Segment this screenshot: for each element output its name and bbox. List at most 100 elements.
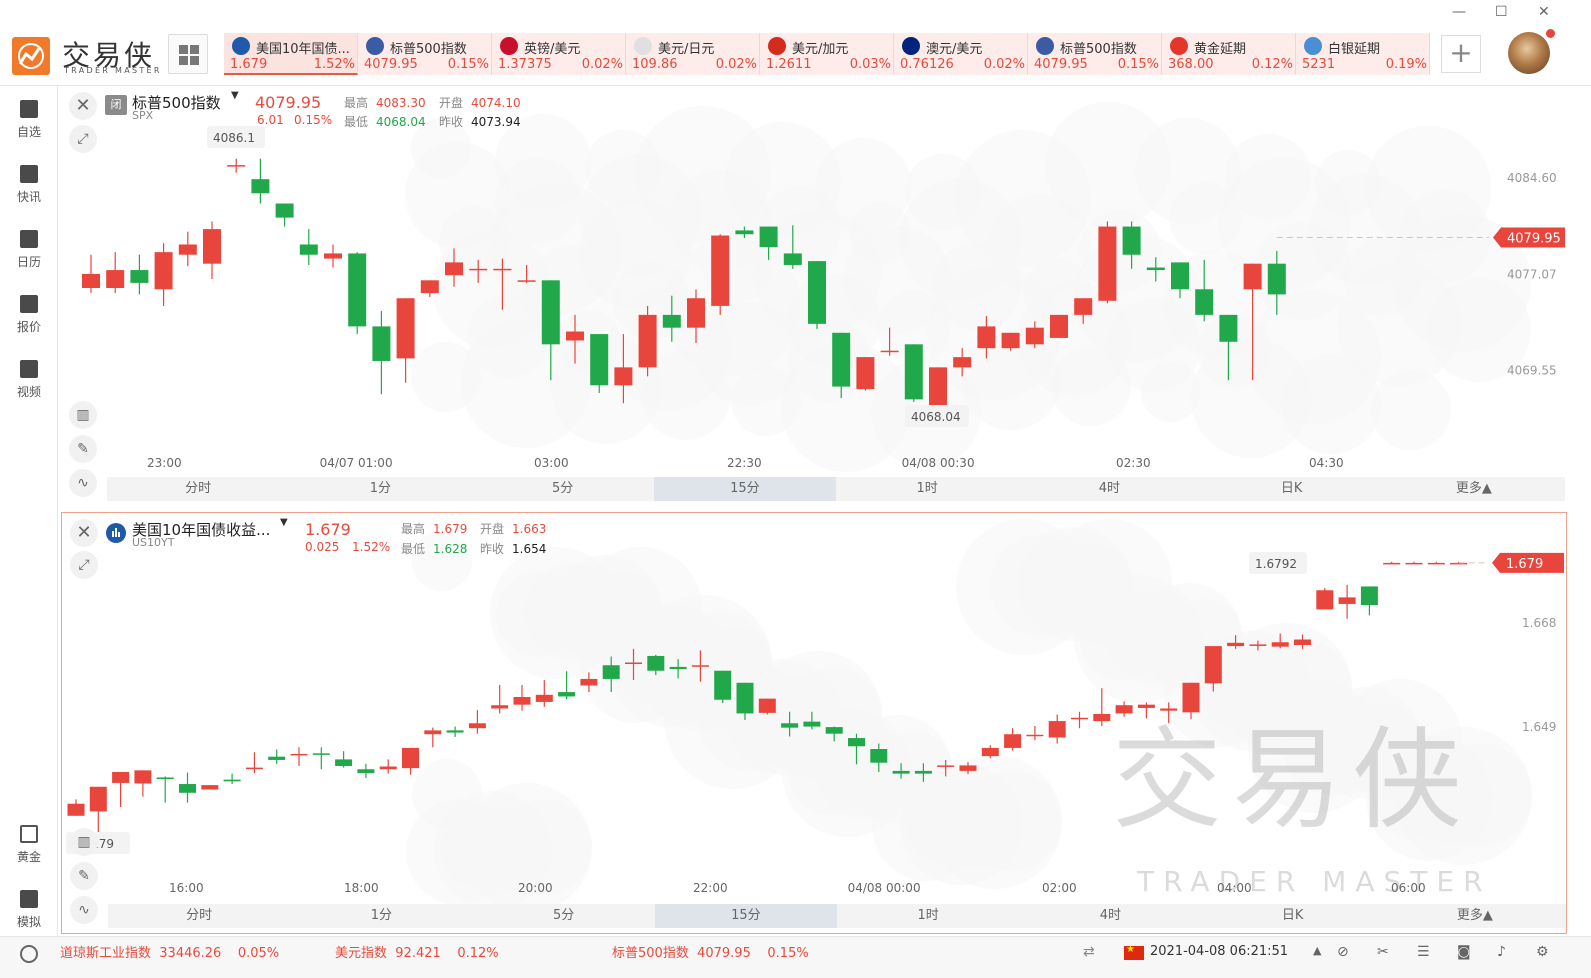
map-dot [731,366,801,436]
layout-grid-button[interactable] [168,34,208,74]
quote-tab-name: 美元/日元 [658,42,715,57]
candle [201,785,219,790]
candle [856,357,875,391]
candle-body [1195,289,1214,315]
quote-tab-percent: 0.02% [715,57,757,72]
ticker-percent: 0.05% [237,946,280,961]
maximize-icon[interactable]: ☐ [1495,4,1508,20]
period-option[interactable]: 1分 [289,477,471,501]
avatar[interactable] [1508,32,1550,74]
quote-tab[interactable]: 白银延期 5231 0.19% [1296,33,1430,75]
chart-panel-us10y: 1.6681.6491.6791.67921.6279交易侠TRADER MAS… [61,512,1567,934]
low-stat: 最低 4068.04 [344,115,426,129]
camera-icon[interactable]: ◙ [1457,944,1475,960]
period-option[interactable]: 日K [1201,477,1383,501]
us-flag-icon [366,37,384,55]
quote-tab[interactable]: 美国10年国债... 1.679 1.52% [224,33,358,75]
close-window-icon[interactable]: ✕ [1538,4,1550,20]
period-selector: 分时 1分 5分 15分 1时 4时 日K 更多▲ [108,904,1566,928]
headset-icon[interactable] [20,945,38,963]
candlestick-chart-us10y[interactable]: 1.6681.6491.6791.67921.6279交易侠TRADER MAS… [62,513,1566,933]
candle-body [245,767,263,770]
nav-item[interactable]: 日历 [0,220,58,280]
quote-tab[interactable]: 英镑/美元 1.37375 0.02% [492,33,626,75]
minimize-icon[interactable]: — [1452,4,1466,20]
nav-item[interactable]: 自选 [0,90,58,150]
nav-item-label: 日历 [16,255,41,269]
period-option[interactable]: 更多▲ [1384,904,1566,928]
candle-body [937,765,955,767]
caret-up-icon[interactable]: ▲ [1313,944,1331,960]
candle-body [1171,262,1189,290]
mute-icon[interactable]: ♪ [1497,944,1515,960]
gold-icon [20,825,38,843]
period-option[interactable]: 分时 [107,477,289,501]
nav-item[interactable]: 报价 [0,285,58,345]
candle-body [420,280,439,294]
chart-off-icon[interactable]: ⊘ [1337,944,1355,960]
candle-body [154,252,173,290]
nav-item[interactable]: 黄金 [0,815,58,875]
period-option[interactable]: 日K [1202,904,1384,928]
translate-icon[interactable]: ⇄ [1083,944,1095,960]
period-option[interactable]: 4时 [1019,904,1201,928]
quote-tab[interactable]: 美元/日元 109.86 0.02% [626,33,760,75]
quote-tab[interactable]: 标普500指数 4079.95 0.15% [1028,33,1162,75]
nav-item-label: 模拟 [16,915,41,929]
candle-body [1074,298,1093,315]
y-tick-label: 1.649 [1522,720,1556,734]
ticker-item[interactable]: 道琼斯工业指数 33446.26 0.05% [60,942,279,961]
expand-icon[interactable]: ⤢ [69,125,97,153]
indicator-icon[interactable]: ▥ [70,828,98,856]
menu-list-icon[interactable]: ☰ [1417,944,1435,960]
period-option[interactable]: 更多▲ [1383,477,1565,501]
nav-item[interactable]: 快讯 [0,155,58,215]
candle-body [468,723,486,729]
candle [758,698,776,715]
y-tick-label: 4069.55 [1507,364,1557,378]
status-bar: 道琼斯工业指数 33446.26 0.05% 美元指数 92.421 0.12% 标… [0,936,1591,978]
draw-pencil-icon[interactable]: ✎ [69,435,97,463]
candlestick-chart-spx[interactable]: 4084.60 4077.07 4069.55 4079.95 4086.1 4068.0… [61,86,1567,506]
x-tick-label: 04/08 00:00 [847,881,921,895]
line-chart-icon[interactable]: ∿ [70,896,98,924]
close-panel-icon[interactable]: ✕ [70,519,98,547]
nav-item[interactable]: 视频 [0,350,58,410]
add-tab-button[interactable]: + [1441,35,1481,73]
nav-item[interactable]: 模拟 [0,880,58,940]
expand-icon[interactable]: ⤢ [70,551,98,579]
y-tick-label: 1.668 [1522,616,1556,630]
candle-body [134,770,152,784]
period-option[interactable]: 1时 [836,477,1018,501]
quote-tab[interactable]: 美元/加元 1.2611 0.03% [760,33,894,75]
quote-tab[interactable]: 黄金延期 368.00 0.12% [1162,33,1296,75]
period-option[interactable]: 5分 [472,477,654,501]
draw-pencil-icon[interactable]: ✎ [70,862,98,890]
candle [1048,714,1066,744]
price-tag-text: 1.679 [1506,557,1543,572]
settings-gear-icon[interactable]: ⚙ [1536,944,1554,960]
period-option[interactable]: 15分 [653,477,836,501]
candle [268,749,286,764]
quote-tab[interactable]: 澳元/美元 0.76126 0.02% [894,33,1028,75]
chevron-down-icon[interactable]: ▼ [231,90,239,101]
period-option[interactable]: 5分 [473,904,655,928]
chevron-down-icon[interactable]: ▼ [280,517,288,528]
quote-tab-percent: 0.03% [849,57,891,72]
scissors-icon[interactable]: ✂ [1377,944,1395,960]
close-panel-icon[interactable]: ✕ [69,92,97,120]
candle [324,244,342,268]
candle [714,670,732,704]
candle-body [1271,642,1289,647]
quote-tab[interactable]: 标普500指数 4079.95 0.15% [358,33,492,75]
period-option[interactable]: 15分 [654,904,837,928]
ticker-item[interactable]: 美元指数 92.421 0.12% [335,942,499,961]
indicator-icon[interactable]: ▥ [69,401,97,429]
ticker-item[interactable]: 标普500指数 4079.95 0.15% [612,942,809,961]
period-option[interactable]: 4时 [1018,477,1200,501]
period-option[interactable]: 1时 [837,904,1019,928]
period-option[interactable]: 1分 [290,904,472,928]
period-option[interactable]: 分时 [108,904,290,928]
candle [424,727,442,748]
line-chart-icon[interactable]: ∿ [69,469,97,497]
